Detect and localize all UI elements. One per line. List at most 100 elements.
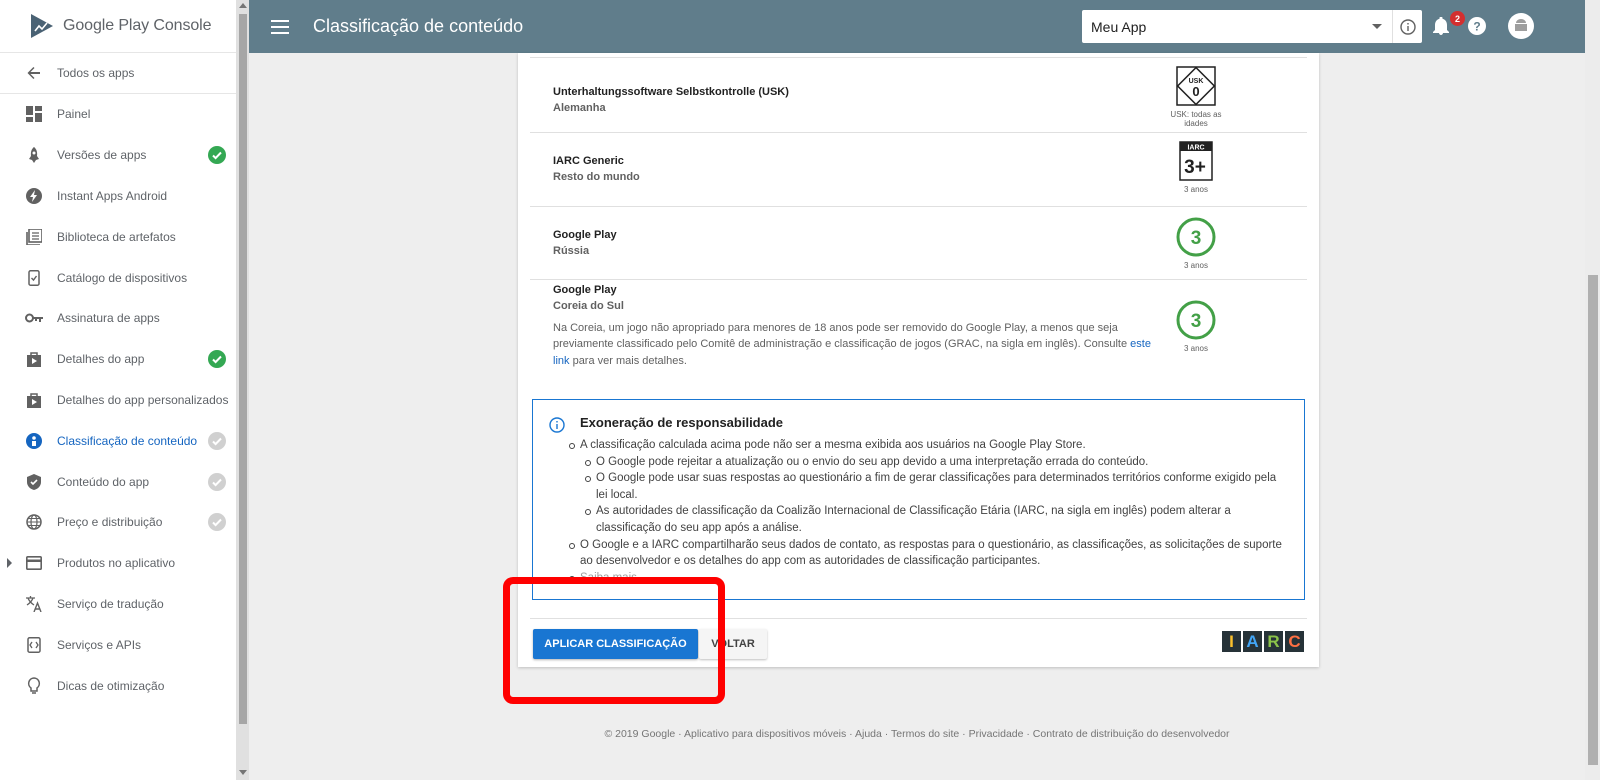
main-scrollbar[interactable] [1585, 0, 1600, 780]
sidebar-item-4[interactable]: Catálogo de dispositivos [0, 257, 236, 298]
iarc-logo-letter: A [1243, 631, 1262, 652]
bell-icon [1433, 17, 1449, 35]
sidebar-item-10[interactable]: Preço e distribuição [0, 502, 236, 543]
library-icon [25, 228, 43, 246]
rating-note: Na Coreia, um jogo não apropriado para m… [553, 320, 1168, 369]
custom-listing-icon [25, 391, 43, 409]
rating-badge: IARC 3+ 3 anos [1160, 141, 1232, 194]
api-icon [25, 636, 43, 654]
sidebar-item-label: Classificação de conteúdo [57, 433, 198, 448]
rating-caption: 3 anos [1183, 185, 1209, 194]
rating-caption: 3 anos [1183, 261, 1209, 270]
disclaimer-title: Exoneração de responsabilidade [580, 415, 784, 430]
rating-caption: USK: todas as idades [1170, 110, 1222, 128]
footer: © 2019 Google · Aplicativo para disposit… [604, 728, 1230, 740]
check-complete-icon [208, 350, 226, 369]
sidebar-item-label: Instant Apps Android [57, 188, 168, 203]
rating-authority: Google Play [553, 229, 617, 241]
sidebar-item-label: Biblioteca de artefatos [57, 229, 176, 244]
content-rating-icon [25, 432, 43, 450]
rating-region: Rússia [553, 245, 590, 257]
arrow-back-icon [25, 64, 43, 82]
device-catalog-icon [25, 269, 43, 287]
shield-icon [25, 473, 43, 491]
sidebar-scroll-thumb[interactable] [239, 14, 247, 724]
check-pending-icon [208, 513, 226, 532]
svg-text:3: 3 [1191, 228, 1202, 249]
sidebar-item-2[interactable]: Instant Apps Android [0, 176, 236, 217]
scroll-down-arrow-icon[interactable] [239, 770, 247, 775]
sidebar-item-0[interactable]: Painel [0, 94, 236, 135]
highlight-annotation [503, 577, 725, 704]
iarc-logo: IARC [1222, 631, 1304, 652]
rating-row: Google Play Rússia 3 3 anos [530, 206, 1307, 279]
rocket-icon [25, 146, 43, 164]
disclaimer-item: A classificação calculada acima pode não… [569, 437, 1290, 454]
iarc-logo-letter: I [1222, 631, 1241, 652]
svg-text:IARC: IARC [1187, 145, 1204, 152]
rating-note-text: Na Coreia, um jogo não apropriado para m… [553, 322, 1131, 351]
scroll-up-arrow-icon[interactable] [239, 3, 247, 8]
sidebar-item-label: Versões de apps [57, 148, 147, 163]
sidebar-item-label: Produtos no aplicativo [57, 556, 176, 571]
rating-region: Coreia do Sul [553, 300, 624, 312]
bolt-icon [25, 187, 43, 205]
rating-row: Unterhaltungssoftware Selbstkontrolle (U… [530, 57, 1307, 133]
sidebar-item-label: Conteúdo do app [57, 474, 150, 489]
info-icon [1399, 18, 1416, 35]
check-pending-icon [208, 472, 226, 491]
app-selector-value: Meu App [1091, 18, 1147, 35]
iarc-logo-letter: R [1264, 631, 1283, 652]
expand-caret-icon[interactable] [7, 557, 12, 568]
sidebar-scrollbar[interactable] [236, 0, 249, 780]
rating-row: Google Play Coreia do Sul Na Coreia, um jo… [530, 279, 1307, 369]
sidebar-item-9[interactable]: Conteúdo do app [0, 461, 236, 502]
sidebar-item-14[interactable]: Dicas de otimização [0, 665, 236, 706]
sidebar-item-5[interactable]: Assinatura de apps [0, 298, 236, 339]
usk-rating-icon: USK0 [1176, 66, 1216, 106]
rating-badge: USK 0 USK: todas as idades [1160, 66, 1232, 128]
rating-authority: IARC Generic [553, 155, 624, 167]
help-button[interactable]: ? [1466, 15, 1488, 37]
sidebar-item-6[interactable]: Detalhes do app [0, 339, 236, 380]
sidebar-item-12[interactable]: Serviço de tradução [0, 584, 236, 625]
disclaimer-subitem: O Google pode usar suas respostas ao que… [580, 470, 1290, 503]
disclaimer-subitem: O Google pode rejeitar a atualização ou … [580, 454, 1290, 471]
sidebar-item-label: Dicas de otimização [57, 678, 165, 693]
rating-region: Resto do mundo [553, 171, 640, 183]
sidebar-item-3[interactable]: Biblioteca de artefatos [0, 216, 236, 257]
globe-icon [25, 513, 43, 531]
sidebar-item-7[interactable]: Detalhes do app personalizados [0, 380, 236, 421]
menu-icon[interactable] [271, 19, 289, 34]
notification-count-badge: 2 [1450, 11, 1465, 26]
notifications-button[interactable] [1430, 15, 1452, 37]
app-info-button[interactable] [1392, 10, 1422, 43]
account-avatar[interactable] [1507, 12, 1535, 40]
info-icon [549, 417, 565, 433]
svg-text:3+: 3+ [1184, 157, 1206, 178]
sidebar-item-label: Assinatura de apps [57, 311, 160, 326]
sidebar-item-11[interactable]: Produtos no aplicativo [0, 543, 236, 584]
sidebar-item-13[interactable]: Serviços e APIs [0, 624, 236, 665]
sidebar-item-8[interactable]: Classificação de conteúdo [0, 420, 236, 461]
check-pending-icon [208, 431, 226, 450]
sidebar-item-1[interactable]: Versões de apps [0, 135, 236, 176]
google-play-rating-icon: 3 [1176, 217, 1216, 257]
disclaimer-subitem: As autoridades de classificação da Coali… [580, 503, 1290, 536]
sidebar-item-label: Detalhes do app personalizados [57, 392, 229, 407]
app-selector[interactable]: Meu App [1082, 10, 1422, 43]
sidebar-item-label: Serviço de tradução [57, 596, 164, 611]
logo-row[interactable]: Google Play Console [0, 0, 236, 53]
top-app-bar: Classificação de conteúdo Meu App ? [249, 0, 1585, 53]
disclaimer-list: A classificação calculada acima pode não… [569, 437, 1290, 586]
help-icon: ? [1468, 17, 1486, 35]
sidebar: Google Play Console Todos os apps Painel… [0, 0, 236, 780]
key-icon [25, 309, 43, 327]
main-scroll-thumb[interactable] [1588, 275, 1598, 765]
rating-badge: 3 3 anos [1160, 217, 1232, 270]
rating-row: IARC Generic Resto do mundo IARC 3+ 3 anos [530, 132, 1307, 206]
svg-text:3: 3 [1191, 311, 1202, 332]
all-apps-link[interactable]: Todos os apps [0, 53, 236, 94]
svg-text:0: 0 [1192, 84, 1199, 99]
rating-authority: Google Play [553, 284, 617, 296]
